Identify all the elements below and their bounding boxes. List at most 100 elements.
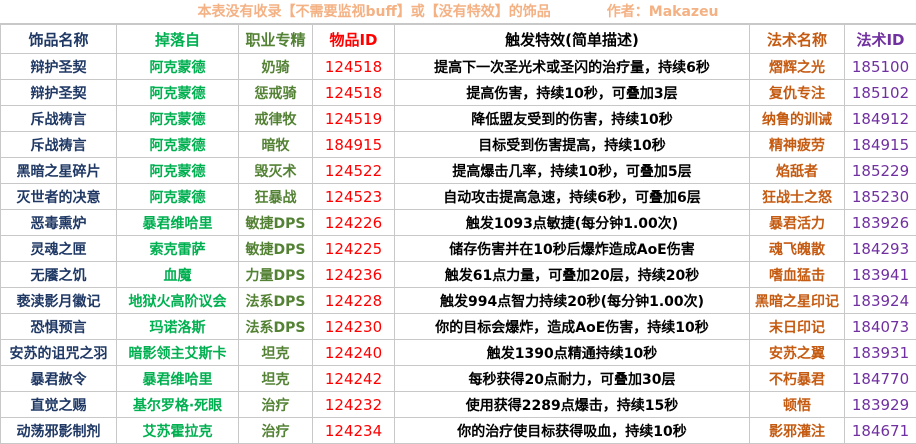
cell-effect: 储存伤害并在10秒后爆炸造成AoE伤害 — [395, 236, 750, 262]
header-row: 饰品名称 掉落自 职业专精 物品ID 触发特效(简单描述) 法术名称 法术ID — [1, 25, 916, 54]
cell-drop-from: 阿克蒙德 — [117, 80, 239, 106]
cell-drop-from: 索克雷萨 — [117, 236, 239, 262]
cell-item-name: 灵魂之匣 — [1, 236, 117, 262]
cell-spell-id: 184770 — [845, 366, 916, 392]
cell-spell-id: 184671 — [845, 418, 916, 444]
cell-spec: 戒律牧 — [239, 106, 313, 132]
header-item-id: 物品ID — [313, 25, 395, 54]
trinket-table: 饰品名称 掉落自 职业专精 物品ID 触发特效(简单描述) 法术名称 法术ID … — [0, 24, 916, 444]
table-row: 安苏的诅咒之羽 暗影领主艾斯卡 坦克 124240 触发1390点精通持续10秒… — [1, 340, 916, 366]
cell-drop-from: 暴君维哈里 — [117, 210, 239, 236]
cell-spell-name: 精神疲劳 — [750, 132, 845, 158]
cell-item-name: 直觉之赐 — [1, 392, 117, 418]
cell-item-name: 辩护圣契 — [1, 80, 117, 106]
cell-item-id: 124523 — [313, 184, 395, 210]
cell-spell-name: 纳鲁的训诫 — [750, 106, 845, 132]
cell-drop-from: 基尔罗格·死眼 — [117, 392, 239, 418]
cell-spell-id: 185229 — [845, 158, 916, 184]
header-spell-name: 法术名称 — [750, 25, 845, 54]
cell-spec: 坦克 — [239, 340, 313, 366]
table-row: 动荡邪影制剂 艾苏霍拉克 治疗 124234 你的治疗使目标获得吸血，持续10秒… — [1, 418, 916, 444]
cell-effect: 提高下一次圣光术或圣闪的治疗量，持续6秒 — [395, 54, 750, 80]
cell-item-id: 124518 — [313, 54, 395, 80]
cell-spec: 力量DPS — [239, 262, 313, 288]
cell-drop-from: 玛诺洛斯 — [117, 314, 239, 340]
cell-spec: 奶骑 — [239, 54, 313, 80]
cell-effect: 触发994点智力持续20秒(每分钟1.00次) — [395, 288, 750, 314]
cell-item-id: 124230 — [313, 314, 395, 340]
cell-spec: 法系DPS — [239, 314, 313, 340]
cell-effect: 提高爆击几率，持续10秒，可叠加5层 — [395, 158, 750, 184]
cell-item-name: 无餍之饥 — [1, 262, 117, 288]
cell-spec: 狂暴战 — [239, 184, 313, 210]
header-spec: 职业专精 — [239, 25, 313, 54]
cell-spell-name: 魂飞魄散 — [750, 236, 845, 262]
cell-spell-name: 安苏之翼 — [750, 340, 845, 366]
cell-drop-from: 血魔 — [117, 262, 239, 288]
sheet-title-row: 本表没有收录【不需要监视buff】或【没有特效】的饰品作者：Makazeu — [0, 0, 916, 24]
cell-spell-id: 183924 — [845, 288, 916, 314]
cell-effect: 提高伤害，持续10秒，可叠加3层 — [395, 80, 750, 106]
cell-spec: 敏捷DPS — [239, 210, 313, 236]
table-row: 黑暗之星碎片 阿克蒙德 毁灭术 124522 提高爆击几率，持续10秒，可叠加5… — [1, 158, 916, 184]
table-row: 辩护圣契 阿克蒙德 奶骑 124518 提高下一次圣光术或圣闪的治疗量，持续6秒… — [1, 54, 916, 80]
cell-spell-id: 184293 — [845, 236, 916, 262]
cell-spell-id: 183931 — [845, 340, 916, 366]
cell-spell-id: 184073 — [845, 314, 916, 340]
cell-spec: 法系DPS — [239, 288, 313, 314]
table-row: 无餍之饥 血魔 力量DPS 124236 触发61点力量，可叠加20层，持续20… — [1, 262, 916, 288]
table-row: 斥战祷言 阿克蒙德 戒律牧 124519 降低盟友受到的伤害，持续10秒 纳鲁的… — [1, 106, 916, 132]
cell-drop-from: 艾苏霍拉克 — [117, 418, 239, 444]
cell-spell-id: 183929 — [845, 392, 916, 418]
cell-spell-id: 185230 — [845, 184, 916, 210]
header-item-name: 饰品名称 — [1, 25, 117, 54]
cell-spec: 坦克 — [239, 366, 313, 392]
cell-drop-from: 阿克蒙德 — [117, 132, 239, 158]
cell-effect: 目标受到伤害提高，持续10秒 — [395, 132, 750, 158]
sheet-author: 作者：Makazeu — [607, 4, 719, 20]
cell-item-id: 124242 — [313, 366, 395, 392]
trinket-sheet: 本表没有收录【不需要监视buff】或【没有特效】的饰品作者：Makazeu 饰品… — [0, 0, 916, 442]
table-row: 斥战祷言 阿克蒙德 暗牧 184915 目标受到伤害提高，持续10秒 精神疲劳 … — [1, 132, 916, 158]
cell-effect: 触发1093点敏捷(每分钟1.00次) — [395, 210, 750, 236]
cell-item-name: 斥战祷言 — [1, 132, 117, 158]
cell-effect: 每秒获得20点耐力，可叠加30层 — [395, 366, 750, 392]
cell-item-id: 124232 — [313, 392, 395, 418]
cell-item-id: 124234 — [313, 418, 395, 444]
table-row: 灵魂之匣 索克雷萨 敏捷DPS 124225 储存伤害并在10秒后爆炸造成AoE… — [1, 236, 916, 262]
cell-spec: 治疗 — [239, 418, 313, 444]
cell-spell-id: 185102 — [845, 80, 916, 106]
cell-drop-from: 暴君维哈里 — [117, 366, 239, 392]
cell-spell-id: 184915 — [845, 132, 916, 158]
cell-item-id: 124518 — [313, 80, 395, 106]
header-drop-from: 掉落自 — [117, 25, 239, 54]
cell-effect: 自动攻击提高急速，持续6秒，可叠加6层 — [395, 184, 750, 210]
cell-drop-from: 阿克蒙德 — [117, 54, 239, 80]
cell-spell-name: 狂战士之怒 — [750, 184, 845, 210]
cell-item-id: 124236 — [313, 262, 395, 288]
cell-effect: 使用获得2289点爆击，持续15秒 — [395, 392, 750, 418]
cell-spell-name: 不朽暴君 — [750, 366, 845, 392]
cell-item-name: 恐惧预言 — [1, 314, 117, 340]
cell-spell-id: 183926 — [845, 210, 916, 236]
cell-spell-name: 复仇专注 — [750, 80, 845, 106]
cell-item-name: 亵渎影月徽记 — [1, 288, 117, 314]
cell-item-name: 暴君赦令 — [1, 366, 117, 392]
cell-spell-name: 嗜血猛击 — [750, 262, 845, 288]
cell-drop-from: 阿克蒙德 — [117, 106, 239, 132]
header-effect: 触发特效(简单描述) — [395, 25, 750, 54]
cell-drop-from: 阿克蒙德 — [117, 184, 239, 210]
cell-item-name: 恶毒熏炉 — [1, 210, 117, 236]
cell-drop-from: 阿克蒙德 — [117, 158, 239, 184]
cell-item-name: 灭世者的决意 — [1, 184, 117, 210]
cell-spell-name: 黑暗之星印记 — [750, 288, 845, 314]
cell-spell-name: 末日印记 — [750, 314, 845, 340]
cell-effect: 你的治疗使目标获得吸血，持续10秒 — [395, 418, 750, 444]
cell-item-id: 124226 — [313, 210, 395, 236]
cell-item-name: 辩护圣契 — [1, 54, 117, 80]
cell-spec: 敏捷DPS — [239, 236, 313, 262]
table-row: 辩护圣契 阿克蒙德 惩戒骑 124518 提高伤害，持续10秒，可叠加3层 复仇… — [1, 80, 916, 106]
cell-effect: 触发1390点精通持续10秒 — [395, 340, 750, 366]
cell-spell-id: 183941 — [845, 262, 916, 288]
cell-spell-name: 暴君活力 — [750, 210, 845, 236]
